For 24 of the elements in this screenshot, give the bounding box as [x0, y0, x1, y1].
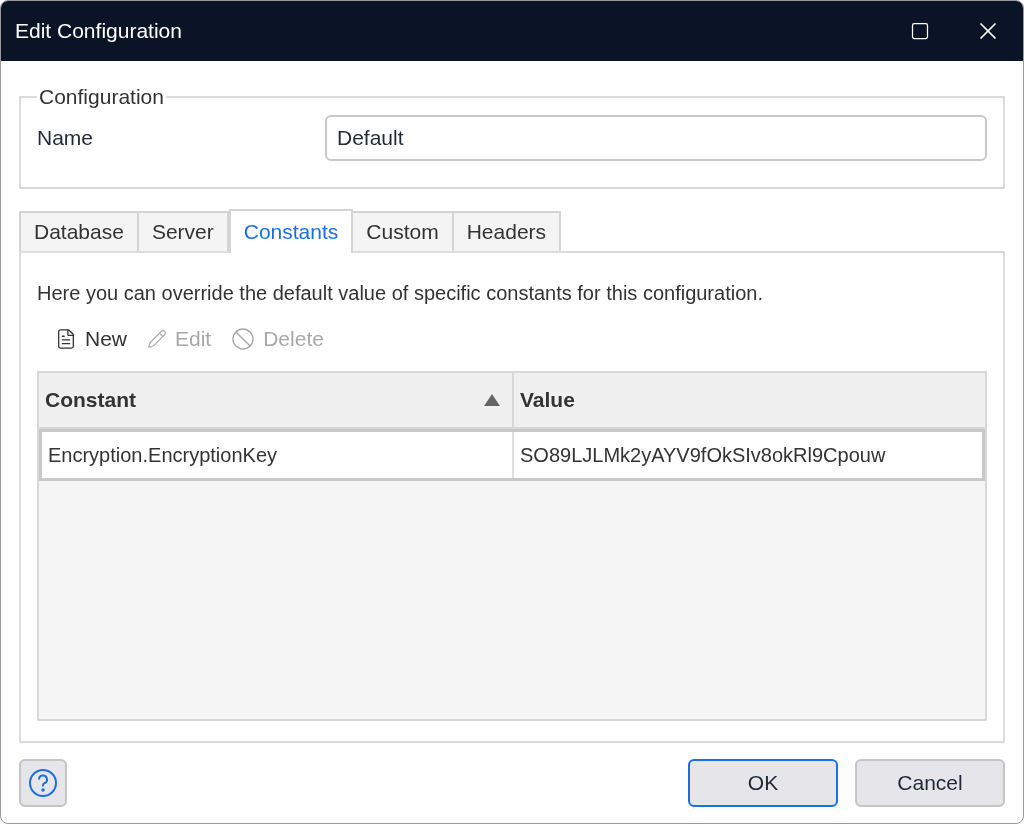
- prohibited-icon: [231, 327, 256, 351]
- tab[interactable]: Server: [136, 211, 229, 251]
- window-title: Edit Configuration: [15, 18, 183, 45]
- table-row[interactable]: Encryption.EncryptionKey SO89LJLMk2yAYV9fOkSIv8okRl9Cpouw: [39, 429, 985, 481]
- dialog-button[interactable]: Cancel: [855, 759, 1005, 807]
- tab[interactable]: Database: [19, 211, 139, 251]
- group-legend: Configuration: [37, 81, 166, 113]
- column-header[interactable]: Constant: [39, 373, 514, 427]
- dialog-button[interactable]: OK: [688, 759, 838, 807]
- description-text: Here you can override the default value of specific constants for this configuration.: [37, 281, 764, 306]
- table-cell: Encryption.EncryptionKey: [42, 432, 514, 478]
- name-label: Name: [37, 124, 95, 151]
- help-button[interactable]: [19, 759, 67, 807]
- name-field[interactable]: Default: [325, 114, 987, 161]
- new-button[interactable]: New: [53, 323, 129, 355]
- maximize-icon: [910, 21, 930, 41]
- document-icon: [55, 328, 77, 350]
- tab[interactable]: Constants: [228, 209, 354, 253]
- help-icon: [28, 768, 58, 798]
- pencil-icon: [147, 329, 167, 349]
- tab[interactable]: Custom: [351, 211, 454, 251]
- table-cell-text: SO89LJLMk2yAYV9fOkSIv8okRl9Cpouw: [519, 443, 887, 468]
- tab[interactable]: Headers: [451, 211, 562, 251]
- column-header[interactable]: Value: [514, 373, 985, 427]
